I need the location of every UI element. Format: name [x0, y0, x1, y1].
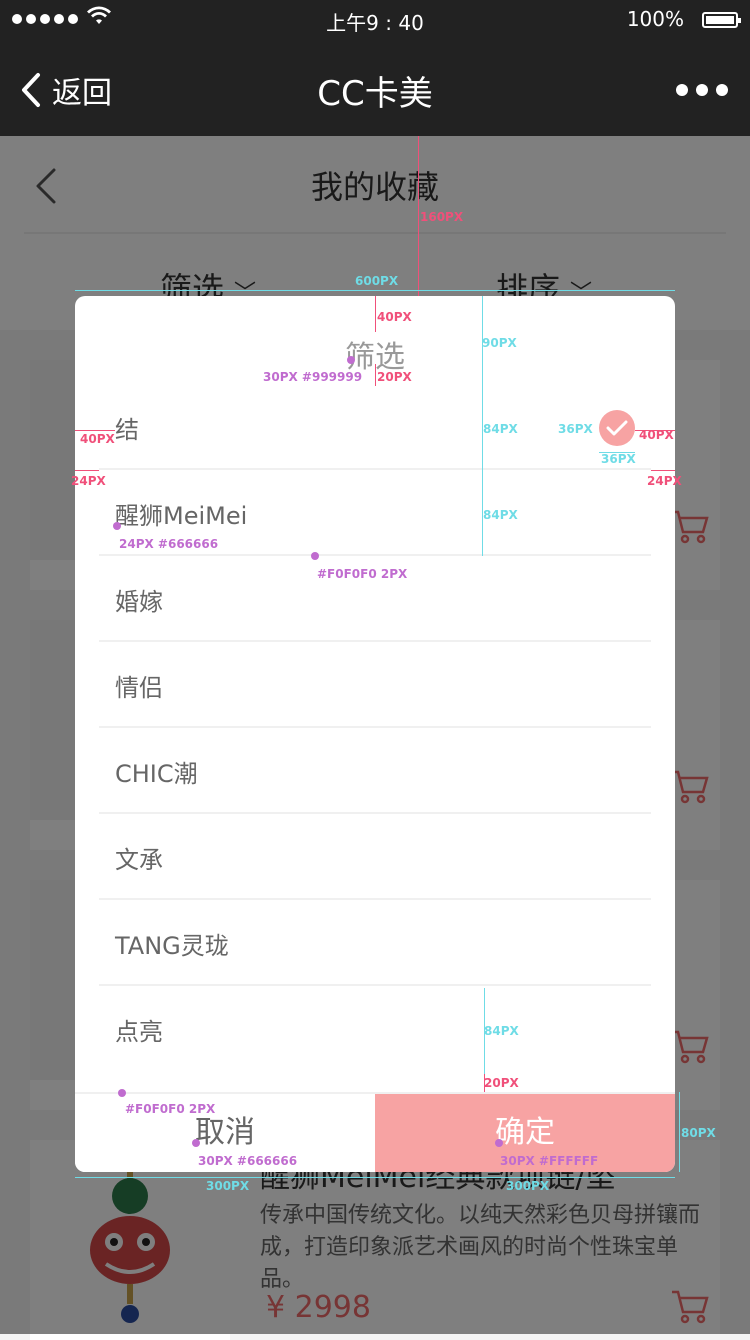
- annotation-line: [375, 296, 376, 332]
- filter-option[interactable]: CHIC潮: [99, 730, 651, 814]
- annotation-label: 600PX: [355, 274, 399, 288]
- annotation-line: [75, 430, 115, 431]
- filter-option-label: CHIC潮: [115, 760, 198, 788]
- annotation-line: [75, 470, 99, 471]
- annotation-dot: [495, 1139, 503, 1147]
- annotation-label: 90PX: [482, 336, 517, 350]
- status-bar: 上午9 : 40 100%: [0, 0, 750, 40]
- annotation-label: 30PX #999999: [263, 370, 363, 384]
- annotation-label: #F0F0F0 2PX: [125, 1102, 216, 1116]
- battery-percent: 100%: [626, 7, 684, 31]
- annotation-label: 40PX: [80, 432, 115, 446]
- filter-option[interactable]: TANG灵珑: [99, 902, 651, 986]
- filter-option[interactable]: 文承: [99, 816, 651, 900]
- annotation-label: 36PX: [601, 452, 636, 466]
- nav-title: CC卡美: [317, 74, 433, 114]
- annotation-dot: [113, 522, 121, 530]
- annotation-label: 84PX: [483, 508, 518, 522]
- annotation-dot: [347, 356, 355, 364]
- check-icon: [599, 410, 635, 446]
- annotation-label: 20PX: [377, 370, 412, 384]
- filter-option-label: 结: [115, 416, 139, 444]
- annotation-label: 40PX: [377, 310, 412, 324]
- annotation-label: 84PX: [483, 422, 518, 436]
- annotation-dot: [118, 1089, 126, 1097]
- annotation-label: 84PX: [484, 1024, 519, 1038]
- annotation-label: 80PX: [681, 1126, 716, 1140]
- annotation-label: 300PX: [506, 1179, 550, 1193]
- more-icon[interactable]: [676, 84, 728, 96]
- annotation-line: [75, 1177, 675, 1178]
- filter-option-label: 情侣: [115, 674, 163, 702]
- annotation-line: [679, 1092, 680, 1172]
- annotation-label: 30PX #FFFFFF: [500, 1154, 599, 1168]
- filter-option-label: 点亮: [115, 1018, 163, 1046]
- annotation-label: 36PX: [558, 422, 593, 436]
- annotation-label: 24PX: [647, 474, 682, 488]
- annotation-line: [418, 136, 419, 296]
- annotation-label: 30PX #666666: [198, 1154, 298, 1168]
- nav-bar: 返回 CC卡美: [0, 40, 750, 136]
- annotation-dot: [311, 552, 319, 560]
- filter-option-label: 醒狮MeiMei: [115, 502, 248, 530]
- filter-option[interactable]: 点亮: [99, 988, 651, 1072]
- annotation-label: 24PX #666666: [119, 537, 219, 551]
- filter-option[interactable]: 情侣: [99, 644, 651, 728]
- annotation-line: [75, 290, 675, 291]
- annotation-label: 300PX: [206, 1179, 250, 1193]
- annotation-label: #F0F0F0 2PX: [317, 567, 408, 581]
- annotation-label: 24PX: [71, 474, 106, 488]
- annotation-line: [375, 364, 376, 386]
- filter-option-label: 文承: [115, 846, 163, 874]
- filter-option-label: TANG灵珑: [115, 932, 229, 960]
- annotation-label: 40PX: [639, 428, 674, 442]
- annotation-label: 20PX: [484, 1076, 519, 1090]
- battery-icon: [702, 12, 741, 28]
- annotation-dot: [192, 1139, 200, 1147]
- filter-option-label: 婚嫁: [115, 588, 163, 616]
- annotation-line: [651, 470, 675, 471]
- annotation-label: 160PX: [420, 210, 464, 224]
